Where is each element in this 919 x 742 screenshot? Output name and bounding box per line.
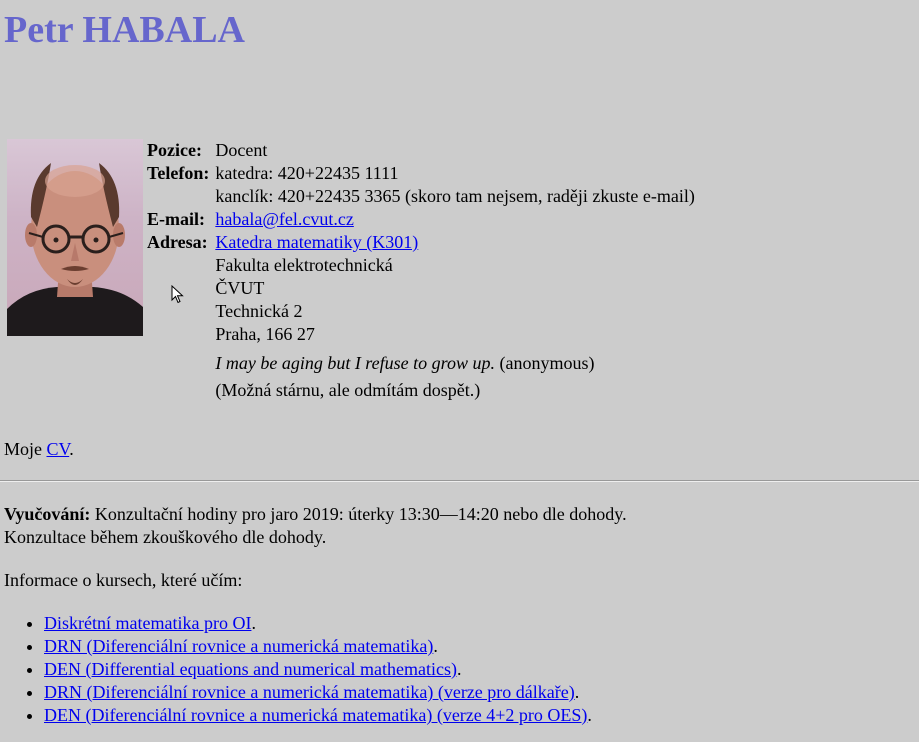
course-link[interactable]: DRN (Diferenciální rovnice a numerická m… — [44, 636, 433, 656]
course-link[interactable]: Diskrétní matematika pro OI — [44, 613, 251, 633]
mouse-cursor-icon — [171, 285, 184, 304]
address-line-street: Technická 2 — [215, 301, 303, 321]
position-row: Pozice: Docent — [147, 139, 695, 162]
position-label: Pozice: — [147, 140, 202, 160]
course-item: Diskrétní matematika pro OI. — [44, 612, 592, 635]
address-line-faculty: Fakulta elektrotechnická — [215, 255, 393, 275]
divider — [0, 480, 919, 482]
courses-intro: Informace o kursech, které učím: — [4, 570, 243, 590]
course-list: Diskrétní matematika pro OI. DRN (Difere… — [4, 612, 592, 727]
quote-attribution: (anonymous) — [494, 353, 595, 373]
course-suffix: . — [433, 636, 438, 656]
address-label: Adresa: — [147, 232, 208, 252]
teaching-hours: Konzultační hodiny pro jaro 2019: úterky… — [90, 504, 627, 524]
email-link[interactable]: habala@fel.cvut.cz — [215, 209, 354, 229]
quote-text: I may be aging but I refuse to grow up. — [215, 353, 495, 373]
cv-line: Moje CV. — [4, 438, 74, 461]
course-link[interactable]: DEN (Diferenciální rovnice a numerická m… — [44, 705, 587, 725]
page-title: Petr HABALA — [4, 9, 245, 51]
department-link[interactable]: Katedra matematiky (K301) — [215, 231, 695, 254]
teaching-label: Vyučování: — [4, 504, 91, 524]
cv-suffix: . — [69, 439, 74, 459]
quote-translation: (Možná stárnu, ale odmítám dospět.) — [215, 380, 481, 400]
portrait-photo — [7, 139, 143, 336]
course-link[interactable]: DEN (Differential equations and numerica… — [44, 659, 457, 679]
teaching-section: Vyučování: Konzultační hodiny pro jaro 2… — [4, 503, 627, 549]
course-suffix: . — [457, 659, 462, 679]
course-suffix: . — [587, 705, 592, 725]
phone-label: Telefon: — [147, 163, 210, 183]
cv-prefix: Moje — [4, 439, 47, 459]
address-line-city: Praha, 166 27 — [215, 324, 315, 344]
profile-info-table: Pozice: Docent Telefon: katedra: 420+224… — [147, 139, 695, 402]
teaching-exam-consultation: Konzultace během zkouškového dle dohody. — [4, 527, 327, 547]
course-suffix: . — [251, 613, 256, 633]
quote: I may be aging but I refuse to grow up. … — [215, 352, 695, 375]
course-suffix: . — [574, 682, 580, 702]
phone-row: Telefon: katedra: 420+22435 1111 kanclík… — [147, 162, 695, 208]
course-item: DRN (Diferenciální rovnice a numerická m… — [44, 681, 592, 704]
email-label: E-mail: — [147, 209, 205, 229]
cv-link[interactable]: CV — [47, 439, 70, 459]
phone-department: katedra: 420+22435 1111 — [215, 163, 399, 183]
course-link[interactable]: DRN (Diferenciální rovnice a numerická m… — [44, 682, 575, 702]
position-value: Docent — [215, 140, 268, 160]
course-item: DEN (Differential equations and numerica… — [44, 658, 592, 681]
email-row: E-mail: habala@fel.cvut.cz — [147, 208, 695, 231]
phone-office: kanclík: 420+22435 3365 (skoro tam nejse… — [215, 186, 695, 206]
course-item: DRN (Diferenciální rovnice a numerická m… — [44, 635, 592, 658]
address-row: Adresa: Katedra matematiky (K301) Fakult… — [147, 231, 695, 402]
course-item: DEN (Diferenciální rovnice a numerická m… — [44, 704, 592, 727]
address-line-university: ČVUT — [215, 278, 265, 298]
